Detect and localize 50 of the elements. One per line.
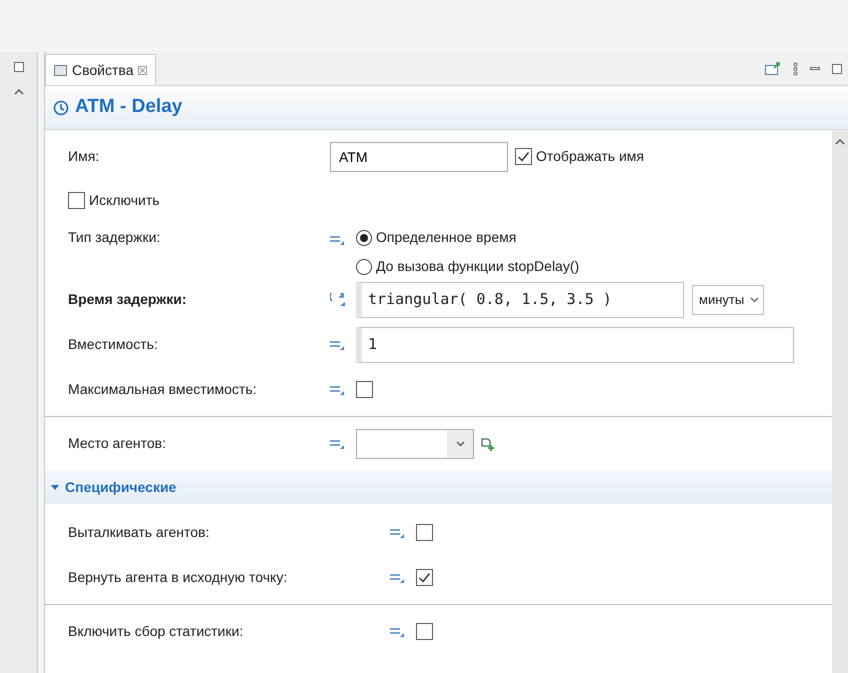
new-window-icon[interactable] [765,62,781,75]
checkbox[interactable] [515,148,532,165]
code-field[interactable]: 1 [356,326,794,362]
field-label: Тип задержки: [68,228,162,247]
name-field[interactable]: ATM [330,142,508,172]
menu-icon[interactable] [793,62,798,76]
field-label: Вернуть агента в исходную точку: [68,568,288,587]
static-value-icon[interactable] [390,572,404,584]
properties-tab[interactable]: Свойства [45,54,156,85]
field-label: Место агентов: [68,434,168,453]
caret-icon[interactable] [750,296,760,302]
radio-label: До вызова функции stopDelay() [376,257,580,276]
field-label: Максимальная вместимость: [68,380,258,399]
radio-button[interactable] [356,258,372,274]
field-label: Включить сбор статистики: [68,622,244,641]
minimize-icon[interactable] [810,66,820,70]
section-title: Специфические [65,478,176,497]
checkbox[interactable] [356,381,373,398]
scroll-up-icon[interactable] [835,138,845,145]
radio-button[interactable] [356,230,372,246]
block-title: ATM - Delay [75,95,182,120]
static-value-icon[interactable] [330,340,344,351]
checkbox[interactable] [416,623,433,640]
static-value-icon[interactable] [390,528,404,539]
maximize-icon[interactable] [14,62,24,72]
static-value-icon[interactable] [330,234,344,246]
caret-icon[interactable] [456,440,464,446]
checkbox-label: Отображать имя [536,147,644,166]
add-node-icon[interactable] [481,437,495,452]
close-icon[interactable] [138,66,148,76]
radio-label: Определенное время [376,228,516,247]
checkbox[interactable] [416,569,433,586]
checkbox-label: Исключить [89,190,160,210]
panel-icon [54,64,67,76]
field-label: Имя: [68,147,100,166]
scroll-up-icon[interactable] [14,88,24,95]
code-field[interactable]: triangular( 0.8, 1.5, 3.5 ) [356,282,684,318]
static-value-icon[interactable] [390,626,404,638]
maximize-icon[interactable] [832,64,842,74]
unit-dropdown[interactable]: минуты [692,284,764,314]
clock-icon [53,100,69,116]
static-value-icon[interactable] [330,384,344,396]
checkbox[interactable] [416,524,433,541]
dynamic-value-icon[interactable] [330,293,346,308]
field-label: Время задержки: [68,290,188,309]
field-label: Выталкивать агентов: [68,523,210,542]
static-value-icon[interactable] [330,438,344,450]
field-label: Вместимость: [68,335,159,354]
checkbox[interactable] [68,192,85,208]
caret-icon[interactable] [51,484,59,490]
